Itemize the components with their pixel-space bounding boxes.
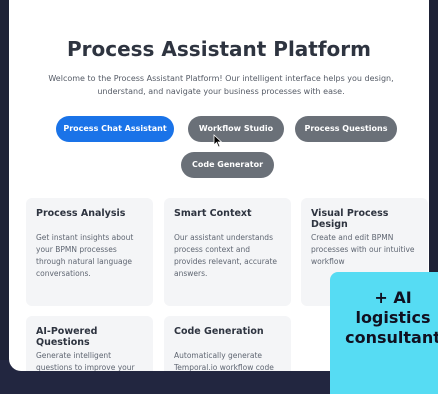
feature-card-description: Create and edit BPMN processes with our …	[311, 233, 415, 266]
promo-overlay-badge: + AI logistics consultant	[330, 272, 438, 394]
feature-card-description: Our assistant understands process contex…	[174, 233, 278, 278]
process-chat-assistant-button[interactable]: Process Chat Assistant	[56, 116, 174, 142]
feature-card-ai-powered-questions: AI-Powered Questions Generate intelligen…	[26, 316, 153, 371]
page-title: Process Assistant Platform	[66, 37, 372, 61]
feature-card-process-analysis: Process Analysis Get instant insights ab…	[26, 198, 153, 306]
feature-card-title: Visual Process Design	[311, 208, 389, 230]
feature-card-smart-context: Smart Context Our assistant understands …	[164, 198, 291, 306]
feature-card-title: Code Generation	[174, 326, 264, 337]
mouse-pointer-icon	[213, 134, 223, 148]
feature-card-code-generation: Code Generation Automatically generate T…	[164, 316, 291, 371]
code-generator-button[interactable]: Code Generator	[181, 152, 274, 178]
process-questions-button[interactable]: Process Questions	[295, 116, 397, 142]
feature-card-description: Automatically generate Temporal.io workf…	[174, 351, 274, 371]
feature-card-title: Process Analysis	[36, 208, 126, 219]
page-subtitle: Welcome to the Process Assistant Platfor…	[48, 74, 394, 96]
workflow-studio-button[interactable]: Workflow Studio	[188, 116, 284, 142]
feature-card-description: Get instant insights about your BPMN pro…	[36, 233, 134, 278]
feature-card-title: AI-Powered Questions	[36, 326, 98, 348]
feature-card-description: Generate intelligent questions to improv…	[36, 351, 135, 371]
promo-overlay-text: + AI logistics consultant	[345, 288, 438, 347]
feature-card-title: Smart Context	[174, 208, 252, 219]
